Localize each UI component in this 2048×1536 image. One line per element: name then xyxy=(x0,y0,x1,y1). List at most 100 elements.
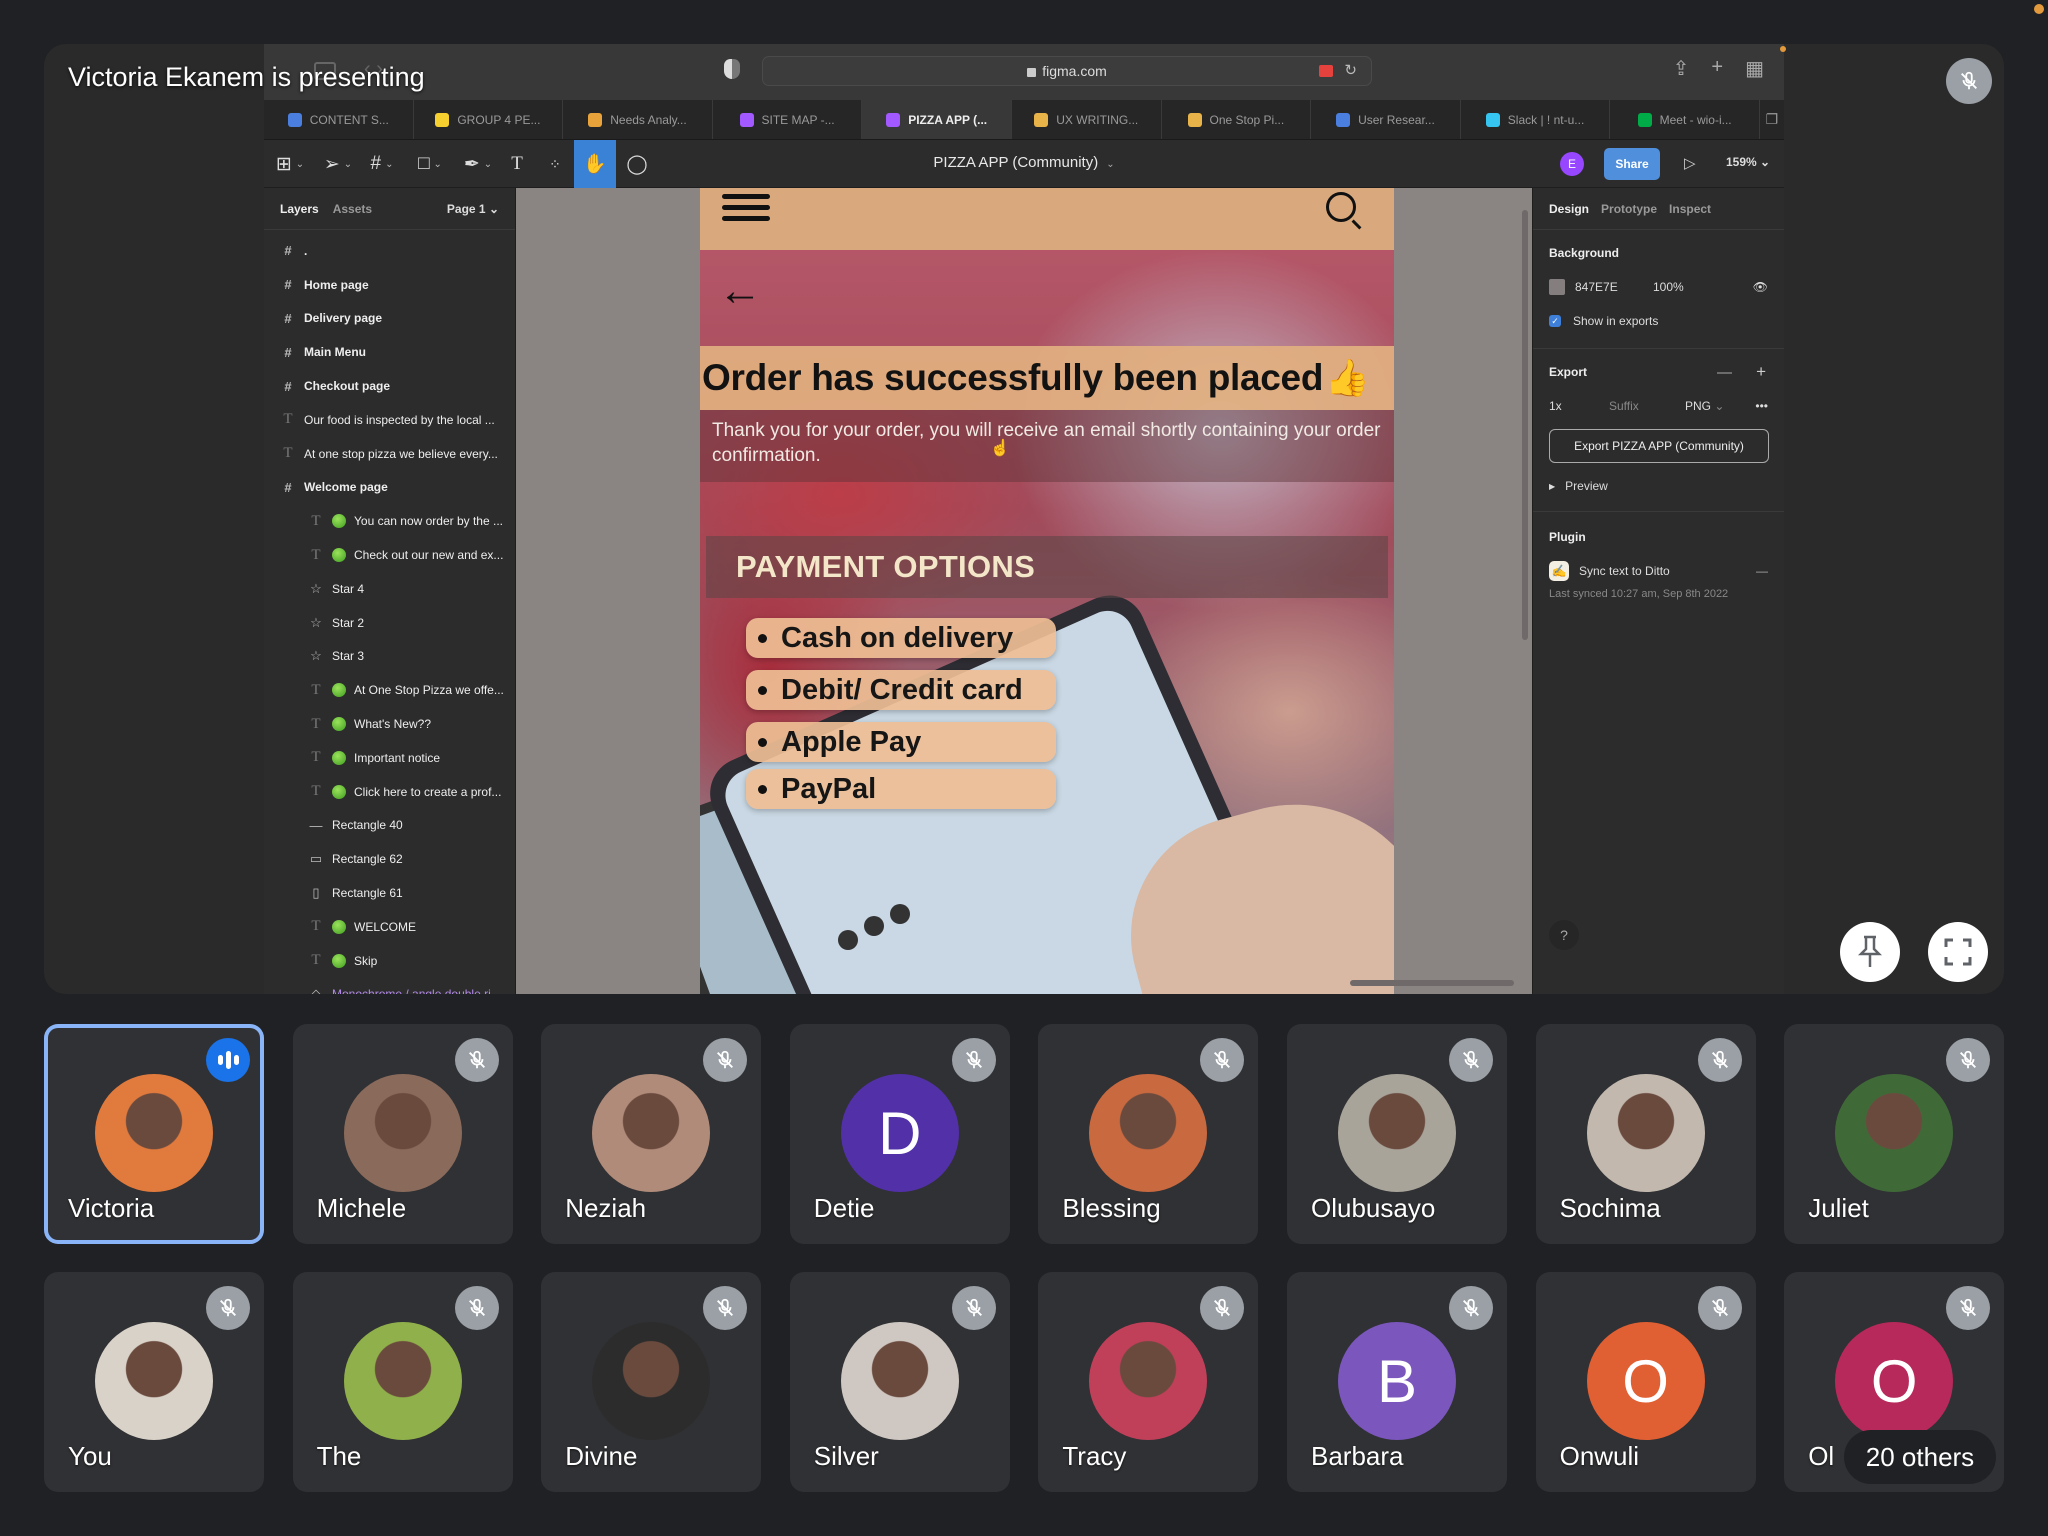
browser-tab[interactable]: One Stop Pi... xyxy=(1162,100,1312,139)
participant-tile[interactable]: Tracy xyxy=(1038,1272,1259,1492)
participant-tile[interactable]: Neziah xyxy=(541,1024,762,1244)
layer-item[interactable]: ▯ Rectangle 61 xyxy=(264,876,515,910)
comment-tool-icon[interactable]: ◯ xyxy=(620,140,654,188)
payment-option[interactable]: Cash on delivery xyxy=(746,618,1056,658)
layer-item[interactable]: # Welcome page xyxy=(264,471,515,505)
zoom-dropdown[interactable]: 159% ⌄ xyxy=(1726,155,1770,169)
layer-item[interactable]: T At One Stop Pizza we offe... xyxy=(264,673,515,707)
browser-tab[interactable]: User Resear... xyxy=(1311,100,1461,139)
add-export-icon[interactable]: + xyxy=(1756,362,1766,382)
layer-item[interactable]: T WELCOME xyxy=(264,910,515,944)
browser-tab[interactable]: PIZZA APP (... xyxy=(862,100,1012,139)
tab-inspect[interactable]: Inspect xyxy=(1669,202,1711,216)
participant-tile[interactable]: D Detie xyxy=(789,1024,1010,1244)
layer-item[interactable]: T What's New?? xyxy=(264,707,515,741)
payment-option[interactable]: Debit/ Credit card xyxy=(746,670,1056,710)
present-icon[interactable]: ▷ xyxy=(1684,154,1696,172)
others-count-button[interactable]: 20 others xyxy=(1843,1430,1997,1484)
participant-tile[interactable]: Divine xyxy=(541,1272,762,1492)
participant-tile[interactable]: Juliet xyxy=(1784,1024,2005,1244)
page-selector[interactable]: Page 1 ⌄ xyxy=(447,202,499,216)
remove-plugin-icon[interactable]: — xyxy=(1756,564,1768,578)
layer-item[interactable]: # Home page xyxy=(264,268,515,302)
browser-tab[interactable]: Needs Analy... xyxy=(563,100,713,139)
horizontal-scrollbar[interactable] xyxy=(1350,980,1514,986)
background-color-swatch[interactable] xyxy=(1549,279,1565,295)
pen-tool-icon[interactable]: ✒ ⌄ xyxy=(460,140,496,188)
participant-tile[interactable]: Olubusayo xyxy=(1287,1024,1507,1244)
payment-option[interactable]: PayPal xyxy=(746,769,1056,809)
participant-tile[interactable]: The xyxy=(292,1272,513,1492)
layer-item[interactable]: #. xyxy=(264,234,515,268)
participant-tile[interactable]: Silver xyxy=(789,1272,1010,1492)
address-bar[interactable]: figma.com ↻ xyxy=(762,56,1372,86)
move-tool-icon[interactable]: ➢ ⌄ xyxy=(320,140,356,188)
remove-export-icon[interactable]: — xyxy=(1717,364,1732,381)
browser-tab[interactable]: GROUP 4 PE... xyxy=(414,100,564,139)
participant-tile[interactable]: Blessing xyxy=(1038,1024,1259,1244)
browser-tab[interactable]: CONTENT S... xyxy=(264,100,414,139)
participant-tile[interactable]: O Ol 20 others xyxy=(1784,1272,2005,1492)
browser-tab[interactable]: Slack | ! nt-u... xyxy=(1461,100,1611,139)
hand-tool-icon[interactable]: ✋ xyxy=(574,140,616,188)
frame-tool-icon[interactable]: # ⌄ xyxy=(364,140,400,188)
participant-tile[interactable]: Victoria xyxy=(44,1024,264,1244)
text-tool-icon[interactable]: T xyxy=(502,140,532,188)
artboard-order-success[interactable]: ← Order has successfully been placed 👍 T… xyxy=(700,188,1394,994)
participant-tile[interactable]: Sochima xyxy=(1535,1024,1756,1244)
layer-item[interactable]: # Main Menu xyxy=(264,335,515,369)
plugin-name[interactable]: Sync text to Ditto xyxy=(1579,564,1670,578)
layer-item[interactable]: T You can now order by the ... xyxy=(264,504,515,538)
show-in-exports-checkbox[interactable]: ✓ xyxy=(1549,315,1561,327)
share-icon[interactable]: ⇪ xyxy=(1673,56,1690,81)
fullscreen-button[interactable] xyxy=(1928,922,1988,982)
shape-tool-icon[interactable]: □ ⌄ xyxy=(412,140,448,188)
layer-item[interactable]: ☆ Star 2 xyxy=(264,606,515,640)
preview-toggle[interactable]: ▶ Preview xyxy=(1549,469,1768,503)
canvas[interactable]: ← Order has successfully been placed 👍 T… xyxy=(516,188,1532,994)
pin-button[interactable] xyxy=(1840,922,1900,982)
privacy-shield-icon[interactable] xyxy=(724,59,740,79)
resources-icon[interactable]: ⁘ xyxy=(540,140,570,188)
layer-item[interactable]: — Rectangle 40 xyxy=(264,809,515,843)
participant-tile[interactable]: You xyxy=(44,1272,264,1492)
search-icon[interactable] xyxy=(1326,192,1356,222)
tab-overview-icon[interactable]: ▦ xyxy=(1745,56,1764,81)
hamburger-menu-icon[interactable] xyxy=(722,194,770,224)
share-button[interactable]: Share xyxy=(1604,148,1660,180)
participant-tile[interactable]: B Barbara xyxy=(1287,1272,1507,1492)
visibility-eye-icon[interactable]: 👁 xyxy=(1753,280,1768,294)
suffix-input[interactable]: Suffix xyxy=(1609,399,1685,413)
tab-assets[interactable]: Assets xyxy=(333,202,372,216)
tab-group-icon[interactable]: ❐ xyxy=(1760,100,1784,139)
tab-design[interactable]: Design xyxy=(1549,202,1589,216)
layer-item[interactable]: T At one stop pizza we believe every... xyxy=(264,437,515,471)
layer-item[interactable]: ▭ Rectangle 62 xyxy=(264,842,515,876)
tab-prototype[interactable]: Prototype xyxy=(1601,202,1657,216)
figma-menu-icon[interactable]: ⊞ ⌄ xyxy=(272,140,308,188)
file-title[interactable]: PIZZA APP (Community) ⌄ xyxy=(933,154,1114,171)
payment-option[interactable]: Apple Pay xyxy=(746,722,1056,762)
layer-item[interactable]: T Skip xyxy=(264,944,515,978)
export-scale[interactable]: 1x xyxy=(1549,399,1609,413)
help-button[interactable]: ? xyxy=(1549,920,1579,950)
layer-item[interactable]: T Important notice xyxy=(264,741,515,775)
layer-item[interactable]: # Delivery page xyxy=(264,302,515,336)
participant-tile[interactable]: O Onwuli xyxy=(1535,1272,1756,1492)
browser-tab[interactable]: SITE MAP -... xyxy=(713,100,863,139)
format-select[interactable]: PNG ⌄ xyxy=(1685,399,1745,413)
reload-icon[interactable]: ↻ xyxy=(1344,61,1357,79)
more-options-icon[interactable]: ••• xyxy=(1755,399,1768,413)
background-hex[interactable]: 847E7E xyxy=(1575,280,1653,294)
layer-item[interactable]: T Click here to create a prof... xyxy=(264,775,515,809)
layer-item[interactable]: # Checkout page xyxy=(264,369,515,403)
layer-item[interactable]: T Our food is inspected by the local ... xyxy=(264,403,515,437)
vertical-scrollbar[interactable] xyxy=(1522,210,1528,640)
participant-tile[interactable]: Michele xyxy=(292,1024,513,1244)
layer-item[interactable]: ◇ Monochrome / angle double ri... xyxy=(264,978,515,994)
export-button[interactable]: Export PIZZA APP (Community) xyxy=(1549,429,1769,463)
back-arrow-icon[interactable]: ← xyxy=(718,266,762,316)
layer-item[interactable]: T Check out our new and ex... xyxy=(264,538,515,572)
new-tab-icon[interactable]: + xyxy=(1711,56,1723,81)
layer-item[interactable]: ☆ Star 3 xyxy=(264,640,515,674)
